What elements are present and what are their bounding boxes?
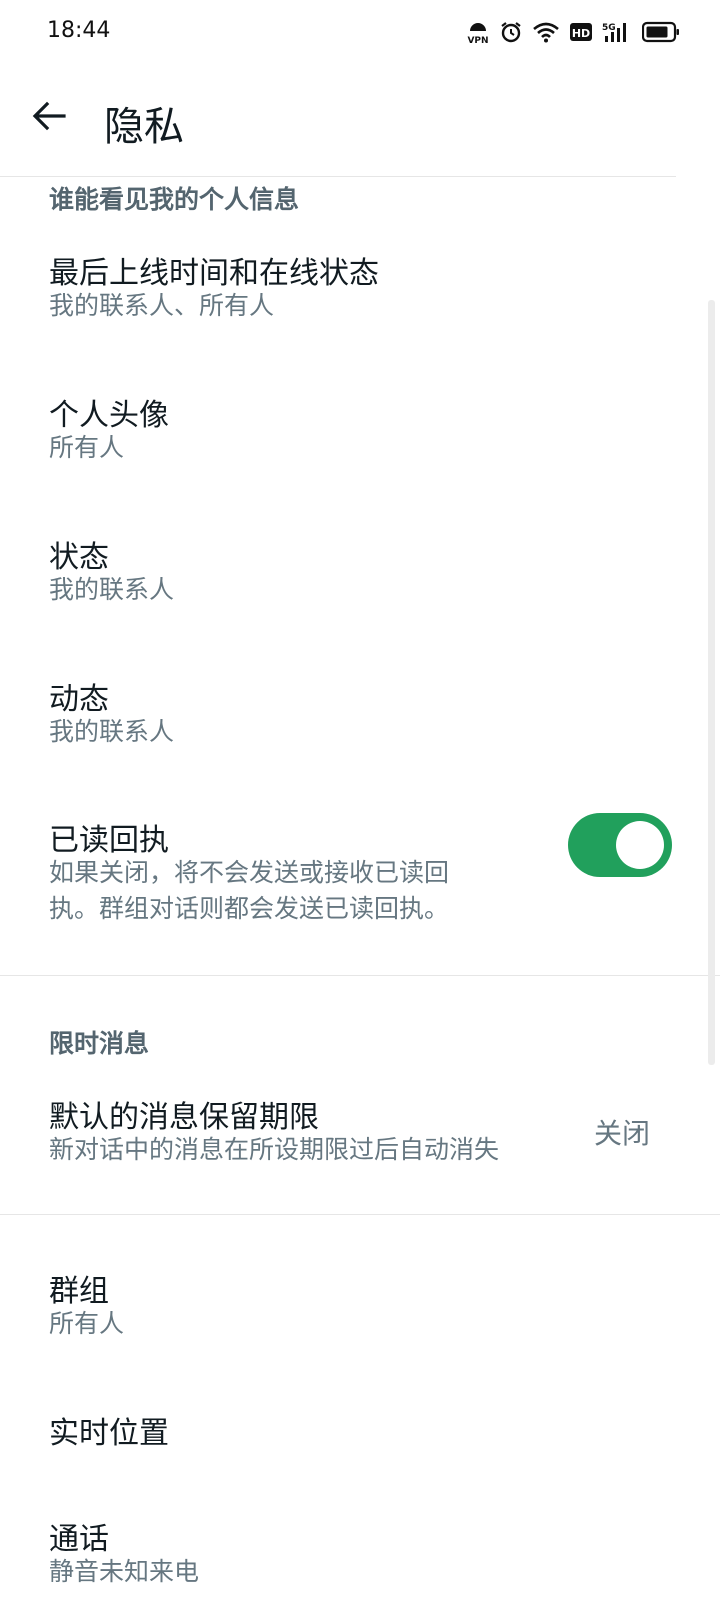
default-message-timer-setting[interactable]: 默认的消息保留期限 新对话中的消息在所设期限过后自动消失 关闭	[0, 1092, 676, 1192]
status-bar: 18:44 VPN HD 5G	[0, 0, 720, 64]
status-time: 18:44	[47, 18, 111, 43]
item-subtitle-line1: 如果关闭，将不会发送或接收已读回	[49, 858, 450, 887]
divider	[0, 975, 720, 976]
battery-icon	[642, 21, 680, 43]
item-title: 实时位置	[49, 1416, 169, 1451]
app-header: 隐私	[0, 64, 676, 177]
vpn-text: VPN	[467, 36, 488, 45]
item-title: 通话	[49, 1522, 109, 1557]
status-icons: VPN HD 5G	[466, 18, 680, 46]
hd-text: HD	[572, 27, 590, 40]
5g-signal-icon: 5G	[602, 20, 632, 44]
read-receipts-toggle[interactable]	[568, 813, 672, 877]
status-setting[interactable]: 动态 我的联系人	[0, 674, 676, 774]
item-subtitle: 我的联系人	[49, 717, 175, 746]
item-title: 状态	[49, 540, 109, 575]
item-subtitle: 所有人	[49, 1309, 125, 1338]
item-title: 群组	[49, 1274, 109, 1309]
net-text: 5G	[602, 23, 616, 33]
item-title: 已读回执	[49, 823, 169, 858]
vpn-icon: VPN	[466, 19, 490, 45]
groups-setting[interactable]: 群组 所有人	[0, 1266, 676, 1366]
item-subtitle: 所有人	[49, 433, 125, 462]
hd-icon: HD	[570, 21, 592, 43]
item-subtitle: 新对话中的消息在所设期限过后自动消失	[49, 1135, 500, 1164]
page-title: 隐私	[104, 104, 184, 150]
item-subtitle: 我的联系人、所有人	[49, 291, 275, 320]
timer-value: 关闭	[594, 1117, 651, 1150]
item-subtitle: 我的联系人	[49, 575, 175, 604]
alarm-icon	[500, 21, 522, 43]
about-setting[interactable]: 状态 我的联系人	[0, 532, 676, 632]
live-location-setting[interactable]: 实时位置	[0, 1408, 676, 1468]
toggle-knob	[616, 821, 664, 869]
item-subtitle: 静音未知来电	[49, 1557, 200, 1586]
divider	[0, 1214, 720, 1215]
back-arrow-icon	[32, 101, 66, 131]
back-button[interactable]	[22, 89, 76, 143]
profile-photo-setting[interactable]: 个人头像 所有人	[0, 390, 676, 490]
item-title: 最后上线时间和在线状态	[49, 256, 379, 291]
wifi-icon	[532, 21, 560, 43]
item-subtitle-line2: 执。群组对话则都会发送已读回执。	[49, 894, 450, 923]
scrollbar[interactable]	[708, 300, 715, 1065]
read-receipts-setting[interactable]: 已读回执 如果关闭，将不会发送或接收已读回 执。群组对话则都会发送已读回执。	[0, 813, 676, 945]
item-title: 默认的消息保留期限	[49, 1100, 319, 1135]
section-who-can-see: 谁能看见我的个人信息	[49, 185, 300, 214]
item-title: 动态	[49, 682, 109, 717]
section-disappearing-messages: 限时消息	[49, 1029, 150, 1058]
calls-setting[interactable]: 通话 静音未知来电	[0, 1514, 676, 1600]
last-seen-setting[interactable]: 最后上线时间和在线状态 我的联系人、所有人	[0, 248, 676, 348]
item-title: 个人头像	[49, 398, 169, 433]
